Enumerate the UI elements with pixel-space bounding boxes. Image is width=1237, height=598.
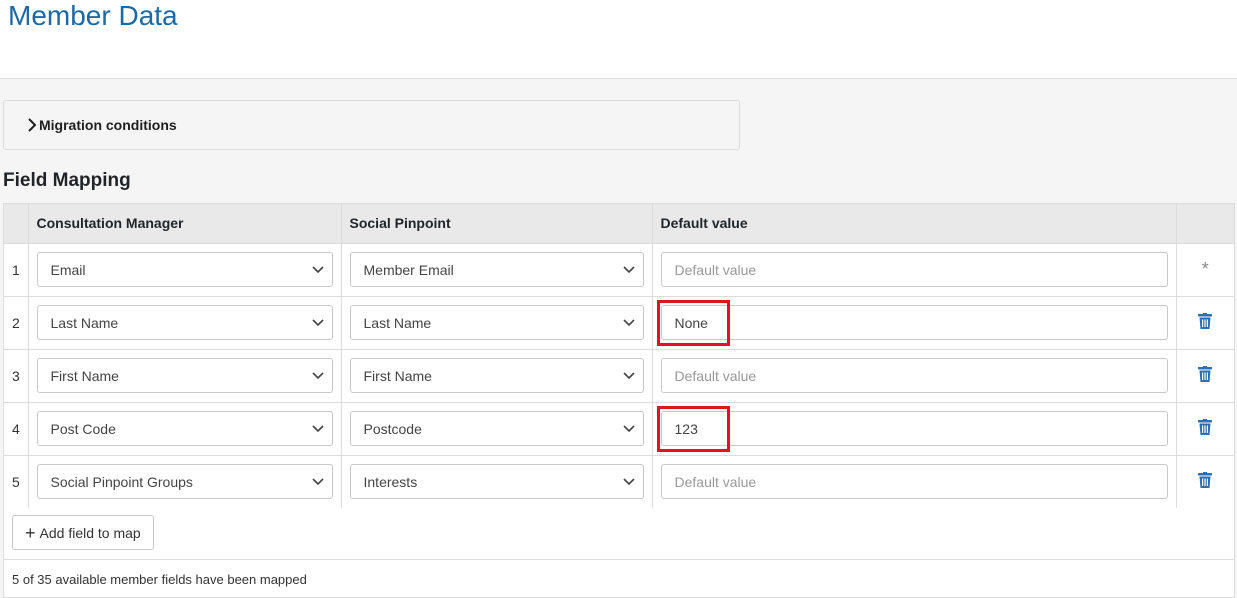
migration-conditions-label: Migration conditions <box>39 117 177 133</box>
select-value: Postcode <box>363 420 422 437</box>
field-mapping-table: Consultation Manager Social Pinpoint Def… <box>3 203 1235 598</box>
chevron-down-icon <box>311 371 324 379</box>
page-header: Member Data <box>0 0 1237 79</box>
required-asterisk-icon: * <box>1201 259 1209 279</box>
select-value: First Name <box>363 367 432 384</box>
default-value-input[interactable]: Default value <box>660 358 1168 393</box>
chevron-down-icon <box>311 478 324 485</box>
chevron-down-icon <box>311 318 324 326</box>
migration-conditions-toggle[interactable]: Migration conditions <box>3 100 740 150</box>
chevron-down-icon <box>311 265 324 273</box>
select-value: Post Code <box>50 420 116 437</box>
column-header-social-pinpoint: Social Pinpoint <box>341 204 653 243</box>
trash-icon[interactable] <box>1198 313 1213 329</box>
select-value: Member Email <box>363 261 454 278</box>
social-pinpoint-select[interactable]: Last Name <box>349 305 644 340</box>
add-field-label: Add field to map <box>39 524 141 541</box>
row-number: 2 <box>4 296 29 349</box>
table-header-row: Consultation Manager Social Pinpoint Def… <box>4 204 1234 243</box>
chevron-down-icon <box>622 318 635 326</box>
trash-icon[interactable] <box>1198 419 1213 435</box>
chevron-down-icon <box>622 265 635 273</box>
social-pinpoint-select[interactable]: Postcode <box>349 411 644 446</box>
default-value-input[interactable]: None <box>656 300 1168 346</box>
chevron-down-icon <box>622 424 635 432</box>
table-row: 3 First Name First Name Default value <box>4 349 1234 402</box>
default-value-text: None <box>674 314 708 331</box>
row-number: 3 <box>4 349 29 402</box>
column-header-default-value: Default value <box>652 204 1177 243</box>
field-mapping-title: Field Mapping <box>3 170 131 191</box>
page-title: Member Data <box>8 0 178 31</box>
select-value: Email <box>50 261 86 278</box>
social-pinpoint-select[interactable]: First Name <box>349 358 644 393</box>
default-value-input[interactable]: Default value <box>660 252 1168 287</box>
row-number: 4 <box>4 402 29 455</box>
column-header-consultation-manager: Consultation Manager <box>28 204 342 243</box>
default-value-input[interactable]: Default value <box>660 464 1168 500</box>
select-value: Social Pinpoint Groups <box>50 473 193 490</box>
column-header-actions <box>1176 204 1234 243</box>
add-field-button[interactable]: + Add field to map <box>12 515 154 550</box>
default-value-text: 123 <box>674 420 698 437</box>
chevron-down-icon <box>311 424 324 432</box>
plus-icon: + <box>25 522 36 543</box>
select-value: Interests <box>363 473 418 490</box>
select-value: First Name <box>50 367 119 384</box>
consultation-manager-select[interactable]: Post Code <box>36 411 333 446</box>
chevron-right-icon <box>26 118 38 132</box>
consultation-manager-select[interactable]: Last Name <box>36 305 333 340</box>
table-row: 5 Social Pinpoint Groups Interests Defau… <box>4 455 1234 508</box>
row-number: 5 <box>4 455 29 508</box>
column-header-index <box>4 204 29 243</box>
row-number: 1 <box>4 243 29 296</box>
select-value: Last Name <box>363 314 432 331</box>
social-pinpoint-select[interactable]: Member Email <box>349 252 644 287</box>
trash-icon[interactable] <box>1198 366 1213 382</box>
table-row: 1 Email Member Email Default value * <box>4 243 1234 296</box>
consultation-manager-select[interactable]: Social Pinpoint Groups <box>36 464 333 500</box>
table-row: 2 Last Name Last Name None <box>4 296 1234 349</box>
chevron-down-icon <box>622 371 635 379</box>
mapping-status: 5 of 35 available member fields have bee… <box>4 559 1234 598</box>
content-area: Migration conditions Field Mapping Consu… <box>0 79 1237 598</box>
consultation-manager-select[interactable]: Email <box>36 252 333 287</box>
social-pinpoint-select[interactable]: Interests <box>349 464 644 500</box>
chevron-down-icon <box>622 478 635 485</box>
trash-icon[interactable] <box>1198 472 1213 489</box>
consultation-manager-select[interactable]: First Name <box>36 358 333 393</box>
table-row: 4 Post Code Postcode 123 <box>4 402 1234 455</box>
default-value-input[interactable]: 123 <box>656 406 1168 452</box>
select-value: Last Name <box>50 314 119 331</box>
table-footer: + Add field to map 5 of 35 available mem… <box>4 505 1234 598</box>
